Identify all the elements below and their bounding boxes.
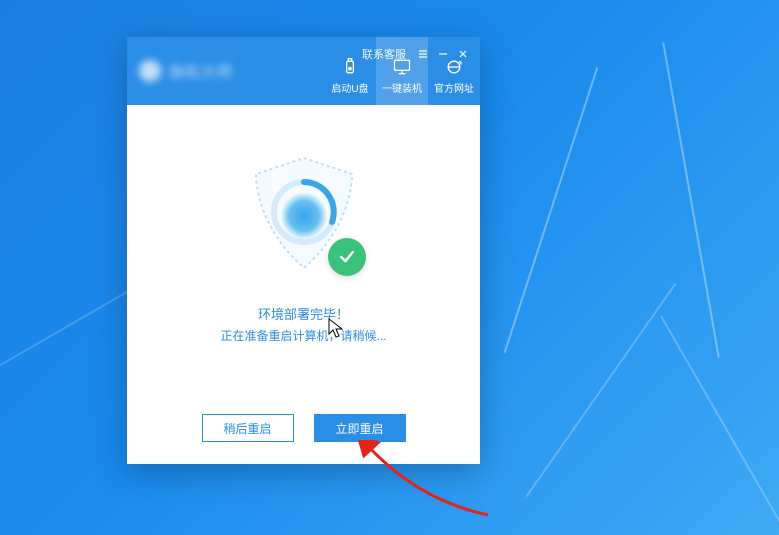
menu-button[interactable] xyxy=(414,45,432,63)
status-preparing-text: 正在准备重启计算机，请稍候... xyxy=(220,327,386,344)
tab-label: 启动U盘 xyxy=(331,80,368,95)
logo-text: 装机大师 xyxy=(169,61,233,82)
close-button[interactable] xyxy=(454,45,472,63)
app-logo: 装机大师 xyxy=(127,37,273,105)
shield-graphic xyxy=(234,146,374,286)
success-check-icon xyxy=(328,238,366,276)
customer-service-link[interactable]: 联系客服 xyxy=(362,46,406,62)
logo-icon xyxy=(139,60,161,82)
tab-label: 一键装机 xyxy=(382,80,422,95)
minimize-button[interactable] xyxy=(434,45,452,63)
status-done-text: 环境部署完毕！ xyxy=(220,304,386,323)
shield-glow xyxy=(281,193,327,239)
restart-now-button[interactable]: 立即重启 xyxy=(314,414,406,442)
action-buttons: 稍后重启 立即重启 xyxy=(127,414,480,442)
title-bar: 装机大师 启动U盘 一键装机 官方网址 xyxy=(127,37,480,105)
usb-icon xyxy=(340,57,360,77)
status-message: 环境部署完毕！ 正在准备重启计算机，请稍候... xyxy=(220,304,386,344)
restart-later-button[interactable]: 稍后重启 xyxy=(202,414,294,442)
app-window: 装机大师 启动U盘 一键装机 官方网址 xyxy=(127,37,480,464)
window-controls: 联系客服 xyxy=(362,45,472,63)
tab-label: 官方网址 xyxy=(434,80,474,95)
main-content: 环境部署完毕！ 正在准备重启计算机，请稍候... 稍后重启 立即重启 xyxy=(127,105,480,464)
